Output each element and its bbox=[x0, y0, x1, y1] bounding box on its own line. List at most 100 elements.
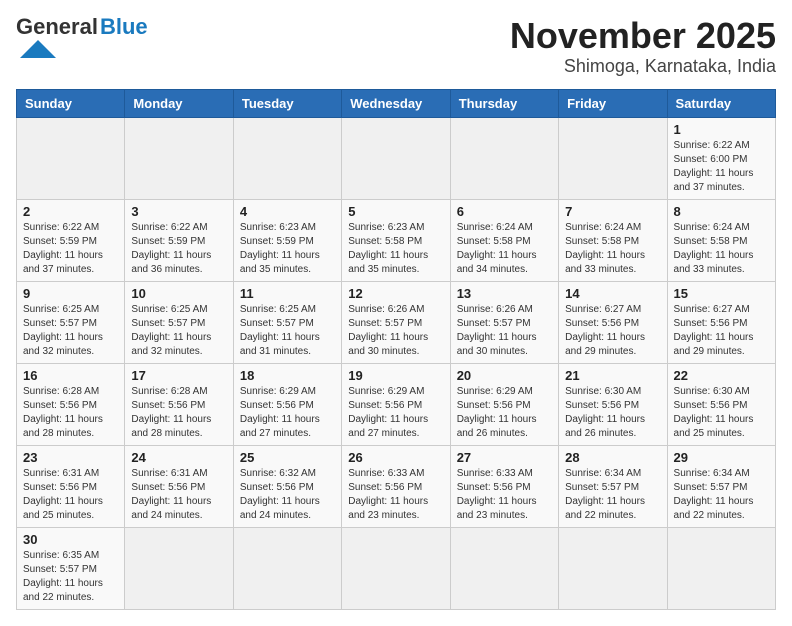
day-info: Sunrise: 6:24 AM Sunset: 5:58 PM Dayligh… bbox=[457, 221, 552, 277]
day-info: Sunrise: 6:27 AM Sunset: 5:56 PM Dayligh… bbox=[674, 303, 769, 359]
day-cell: 26 Sunrise: 6:33 AM Sunset: 5:56 PM Dayli… bbox=[342, 445, 450, 527]
day-cell bbox=[125, 117, 233, 199]
day-cell bbox=[125, 527, 233, 609]
day-cell: 10Sunrise: 6:25 AM Sunset: 5:57 PM Dayli… bbox=[125, 281, 233, 363]
day-number: 4 bbox=[240, 204, 335, 219]
day-number: 3 bbox=[131, 204, 226, 219]
day-cell bbox=[233, 117, 341, 199]
day-cell bbox=[17, 117, 125, 199]
title-area: November 2025 Shimoga, Karnataka, India bbox=[510, 16, 776, 77]
day-number: 17 bbox=[131, 368, 226, 383]
day-cell: 15 Sunrise: 6:27 AM Sunset: 5:56 PM Dayli… bbox=[667, 281, 775, 363]
day-cell: 1Sunrise: 6:22 AM Sunset: 6:00 PM Daylig… bbox=[667, 117, 775, 199]
day-cell: 23Sunrise: 6:31 AM Sunset: 5:56 PM Dayli… bbox=[17, 445, 125, 527]
day-number: 13 bbox=[457, 286, 552, 301]
day-number: 21 bbox=[565, 368, 660, 383]
day-cell: 7 Sunrise: 6:24 AM Sunset: 5:58 PM Daylig… bbox=[559, 199, 667, 281]
day-cell: 21Sunrise: 6:30 AM Sunset: 5:56 PM Dayli… bbox=[559, 363, 667, 445]
day-number: 30 bbox=[23, 532, 118, 547]
day-cell: 17 Sunrise: 6:28 AM Sunset: 5:56 PM Dayli… bbox=[125, 363, 233, 445]
day-cell bbox=[342, 117, 450, 199]
day-cell: 13 Sunrise: 6:26 AM Sunset: 5:57 PM Dayli… bbox=[450, 281, 558, 363]
logo-triangle-icon bbox=[20, 40, 56, 58]
header-area: General Blue November 2025 Shimoga, Karn… bbox=[16, 16, 776, 77]
header-day-tuesday: Tuesday bbox=[233, 89, 341, 117]
day-info: Sunrise: 6:29 AM Sunset: 5:56 PM Dayligh… bbox=[348, 385, 443, 441]
day-info: Sunrise: 6:27 AM Sunset: 5:56 PM Dayligh… bbox=[565, 303, 660, 359]
day-info: Sunrise: 6:28 AM Sunset: 5:56 PM Dayligh… bbox=[131, 385, 226, 441]
day-number: 14 bbox=[565, 286, 660, 301]
day-info: Sunrise: 6:34 AM Sunset: 5:57 PM Dayligh… bbox=[565, 467, 660, 523]
day-cell: 11 Sunrise: 6:25 AM Sunset: 5:57 PM Dayli… bbox=[233, 281, 341, 363]
day-info: Sunrise: 6:25 AM Sunset: 5:57 PM Dayligh… bbox=[240, 303, 335, 359]
day-info: Sunrise: 6:29 AM Sunset: 5:56 PM Dayligh… bbox=[240, 385, 335, 441]
header-day-wednesday: Wednesday bbox=[342, 89, 450, 117]
day-cell: 22Sunrise: 6:30 AM Sunset: 5:56 PM Dayli… bbox=[667, 363, 775, 445]
day-number: 27 bbox=[457, 450, 552, 465]
calendar-table: SundayMondayTuesdayWednesdayThursdayFrid… bbox=[16, 89, 776, 610]
day-info: Sunrise: 6:26 AM Sunset: 5:57 PM Dayligh… bbox=[348, 303, 443, 359]
day-info: Sunrise: 6:34 AM Sunset: 5:57 PM Dayligh… bbox=[674, 467, 769, 523]
day-number: 26 bbox=[348, 450, 443, 465]
day-number: 11 bbox=[240, 286, 335, 301]
day-cell: 30 Sunrise: 6:35 AM Sunset: 5:57 PM Dayli… bbox=[17, 527, 125, 609]
day-cell: 16Sunrise: 6:28 AM Sunset: 5:56 PM Dayli… bbox=[17, 363, 125, 445]
header-day-friday: Friday bbox=[559, 89, 667, 117]
header-day-sunday: Sunday bbox=[17, 89, 125, 117]
day-info: Sunrise: 6:35 AM Sunset: 5:57 PM Dayligh… bbox=[23, 549, 118, 605]
day-number: 8 bbox=[674, 204, 769, 219]
day-info: Sunrise: 6:30 AM Sunset: 5:56 PM Dayligh… bbox=[674, 385, 769, 441]
day-info: Sunrise: 6:24 AM Sunset: 5:58 PM Dayligh… bbox=[565, 221, 660, 277]
day-info: Sunrise: 6:28 AM Sunset: 5:56 PM Dayligh… bbox=[23, 385, 118, 441]
day-info: Sunrise: 6:25 AM Sunset: 5:57 PM Dayligh… bbox=[23, 303, 118, 359]
day-cell: 3 Sunrise: 6:22 AM Sunset: 5:59 PM Daylig… bbox=[125, 199, 233, 281]
header-day-thursday: Thursday bbox=[450, 89, 558, 117]
day-cell: 27Sunrise: 6:33 AM Sunset: 5:56 PM Dayli… bbox=[450, 445, 558, 527]
day-info: Sunrise: 6:23 AM Sunset: 5:58 PM Dayligh… bbox=[348, 221, 443, 277]
day-cell: 24 Sunrise: 6:31 AM Sunset: 5:56 PM Dayli… bbox=[125, 445, 233, 527]
day-number: 7 bbox=[565, 204, 660, 219]
day-cell bbox=[559, 527, 667, 609]
day-info: Sunrise: 6:31 AM Sunset: 5:56 PM Dayligh… bbox=[131, 467, 226, 523]
day-number: 28 bbox=[565, 450, 660, 465]
day-number: 18 bbox=[240, 368, 335, 383]
day-cell: 28 Sunrise: 6:34 AM Sunset: 5:57 PM Dayli… bbox=[559, 445, 667, 527]
day-info: Sunrise: 6:22 AM Sunset: 5:59 PM Dayligh… bbox=[23, 221, 118, 277]
day-info: Sunrise: 6:33 AM Sunset: 5:56 PM Dayligh… bbox=[348, 467, 443, 523]
day-number: 12 bbox=[348, 286, 443, 301]
location-title: Shimoga, Karnataka, India bbox=[510, 56, 776, 77]
month-title: November 2025 bbox=[510, 16, 776, 56]
day-number: 15 bbox=[674, 286, 769, 301]
day-info: Sunrise: 6:24 AM Sunset: 5:58 PM Dayligh… bbox=[674, 221, 769, 277]
day-info: Sunrise: 6:22 AM Sunset: 6:00 PM Dayligh… bbox=[674, 139, 769, 195]
calendar-body: 1Sunrise: 6:22 AM Sunset: 6:00 PM Daylig… bbox=[17, 117, 776, 609]
day-number: 20 bbox=[457, 368, 552, 383]
day-info: Sunrise: 6:31 AM Sunset: 5:56 PM Dayligh… bbox=[23, 467, 118, 523]
day-info: Sunrise: 6:26 AM Sunset: 5:57 PM Dayligh… bbox=[457, 303, 552, 359]
day-cell: 14 Sunrise: 6:27 AM Sunset: 5:56 PM Dayli… bbox=[559, 281, 667, 363]
day-cell bbox=[667, 527, 775, 609]
logo-general: General bbox=[16, 16, 98, 38]
day-cell bbox=[450, 117, 558, 199]
day-cell: 6Sunrise: 6:24 AM Sunset: 5:58 PM Daylig… bbox=[450, 199, 558, 281]
header-day-saturday: Saturday bbox=[667, 89, 775, 117]
day-number: 25 bbox=[240, 450, 335, 465]
calendar-header-row: SundayMondayTuesdayWednesdayThursdayFrid… bbox=[17, 89, 776, 117]
day-cell bbox=[559, 117, 667, 199]
day-info: Sunrise: 6:32 AM Sunset: 5:56 PM Dayligh… bbox=[240, 467, 335, 523]
day-info: Sunrise: 6:23 AM Sunset: 5:59 PM Dayligh… bbox=[240, 221, 335, 277]
day-cell bbox=[233, 527, 341, 609]
day-cell: 12 Sunrise: 6:26 AM Sunset: 5:57 PM Dayli… bbox=[342, 281, 450, 363]
day-cell: 4 Sunrise: 6:23 AM Sunset: 5:59 PM Daylig… bbox=[233, 199, 341, 281]
day-number: 24 bbox=[131, 450, 226, 465]
day-number: 9 bbox=[23, 286, 118, 301]
day-cell bbox=[450, 527, 558, 609]
day-info: Sunrise: 6:29 AM Sunset: 5:56 PM Dayligh… bbox=[457, 385, 552, 441]
day-cell: 29Sunrise: 6:34 AM Sunset: 5:57 PM Dayli… bbox=[667, 445, 775, 527]
day-cell: 5Sunrise: 6:23 AM Sunset: 5:58 PM Daylig… bbox=[342, 199, 450, 281]
day-info: Sunrise: 6:22 AM Sunset: 5:59 PM Dayligh… bbox=[131, 221, 226, 277]
day-cell bbox=[342, 527, 450, 609]
logo-blue: Blue bbox=[100, 16, 148, 38]
day-number: 10 bbox=[131, 286, 226, 301]
day-cell: 18 Sunrise: 6:29 AM Sunset: 5:56 PM Dayli… bbox=[233, 363, 341, 445]
